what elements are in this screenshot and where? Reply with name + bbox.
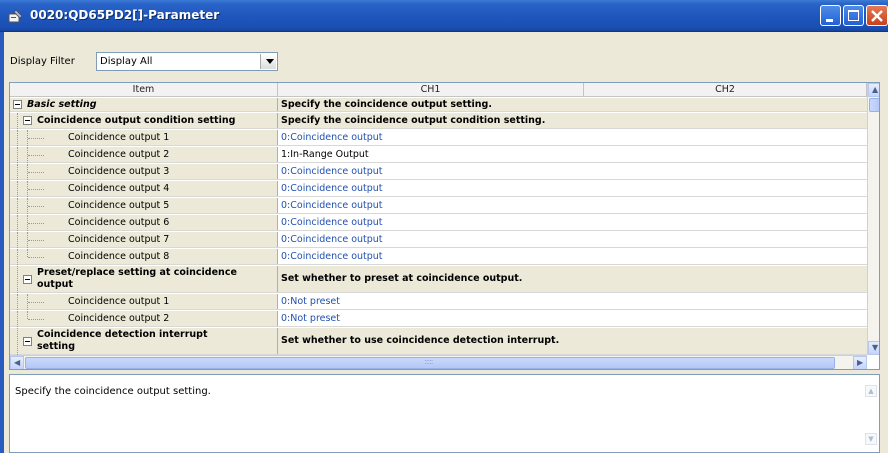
row-value: 0:Coincidence output [281,234,383,245]
table-row[interactable]: Basic setting Specify the coincidence ou… [10,98,868,112]
table-row[interactable]: Coincidence detection interrupt setting … [10,328,868,355]
row-value: 0:Coincidence output [281,200,383,211]
row-label-line1: Preset/replace setting at coincidence [37,267,237,278]
table-row[interactable]: Coincidence output 2 1:In-Range Output [10,147,868,163]
table-row[interactable]: Coincidence output 8 0:Coincidence outpu… [10,249,868,265]
row-label-line2: setting [37,341,75,352]
scroll-down-icon[interactable]: ▼ [865,433,877,445]
row-label: Coincidence output 1 [68,132,170,143]
display-filter-label: Display Filter [10,56,75,67]
row-label: Coincidence output 3 [68,166,170,177]
table-row[interactable]: Coincidence output 2 0:Not preset [10,311,868,327]
row-label: Coincidence output 2 [68,313,170,324]
row-value: 0:Coincidence output [281,166,383,177]
row-label: Coincidence output 7 [68,234,170,245]
table-row[interactable]: Coincidence output 7 0:Coincidence outpu… [10,232,868,248]
row-value: Set whether to preset at coincidence out… [281,273,523,284]
scroll-left-button[interactable]: ◀ [10,356,24,369]
column-header-item[interactable]: Item [10,83,278,97]
table-row[interactable]: Coincidence output 4 0:Coincidence outpu… [10,181,868,197]
row-value: 1:In-Range Output [281,149,369,160]
row-label: Coincidence output 8 [68,251,170,262]
scroll-right-button[interactable]: ▶ [853,356,867,369]
column-header-ch2[interactable]: CH2 [584,83,867,97]
parameter-grid[interactable]: Item CH1 CH2 Basic setting Specify the c… [9,82,880,370]
collapse-icon[interactable] [23,337,32,346]
row-value: Specify the coincidence output setting. [281,99,492,110]
table-row[interactable]: Coincidence output 1 0:Coincidence outpu… [10,130,868,146]
description-text: Specify the coincidence output setting. [15,386,211,397]
row-value: Set whether to use coincidence detection… [281,335,560,346]
minimize-button[interactable] [820,5,841,26]
column-header-ch1[interactable]: CH1 [278,83,584,97]
collapse-icon[interactable] [23,275,32,284]
row-label: Coincidence output 5 [68,200,170,211]
collapse-icon[interactable] [13,100,22,109]
display-filter-value: Display All [100,56,153,67]
row-value: 0:Coincidence output [281,217,383,228]
window-title: 0020:QD65PD2[]-Parameter [30,8,220,22]
collapse-icon[interactable] [23,116,32,125]
vertical-scrollbar[interactable]: ▲ ▼ [867,83,879,355]
maximize-button[interactable] [843,5,864,26]
row-label: Coincidence output 2 [68,149,170,160]
row-value: 0:Coincidence output [281,251,383,262]
row-label-line1: Coincidence detection interrupt [37,329,208,340]
table-row[interactable]: Coincidence output 6 0:Coincidence outpu… [10,215,868,231]
table-row[interactable]: Coincidence output 5 0:Coincidence outpu… [10,198,868,214]
row-label: Coincidence output 6 [68,217,170,228]
row-label: Coincidence output 4 [68,183,170,194]
row-value: Specify the coincidence output condition… [281,115,546,126]
row-label-line2: output [37,279,73,290]
scroll-up-icon[interactable]: ▲ [865,385,877,397]
table-row[interactable]: Preset/replace setting at coincidence ou… [10,266,868,293]
row-label: Coincidence output 1 [68,296,170,307]
vertical-scroll-thumb[interactable] [869,98,879,112]
description-panel: Specify the coincidence output setting. … [9,374,880,453]
row-label: Coincidence output condition setting [37,115,236,126]
scroll-down-button[interactable]: ▼ [868,341,879,355]
close-icon [871,10,883,22]
close-button[interactable] [866,5,888,26]
scroll-up-button[interactable]: ▲ [868,83,879,97]
row-label: Basic setting [27,99,97,110]
table-row[interactable]: Coincidence output 3 0:Coincidence outpu… [10,164,868,180]
horizontal-scroll-thumb[interactable] [25,357,835,369]
title-bar: 0020:QD65PD2[]-Parameter [0,0,888,32]
display-filter-dropdown[interactable]: Display All [96,52,278,71]
row-value: 0:Coincidence output [281,183,383,194]
horizontal-scrollbar[interactable]: ◀ ▶ [10,355,867,369]
table-row[interactable]: Coincidence output condition setting Spe… [10,113,868,129]
row-value: 0:Not preset [281,313,340,324]
description-scrollbar[interactable]: ▲ ▼ [863,375,879,452]
row-value: 0:Not preset [281,296,340,307]
parameter-icon [8,9,23,23]
row-value: 0:Coincidence output [281,132,383,143]
chevron-down-icon[interactable] [260,54,276,69]
table-row[interactable]: Coincidence output 1 0:Not preset [10,294,868,310]
